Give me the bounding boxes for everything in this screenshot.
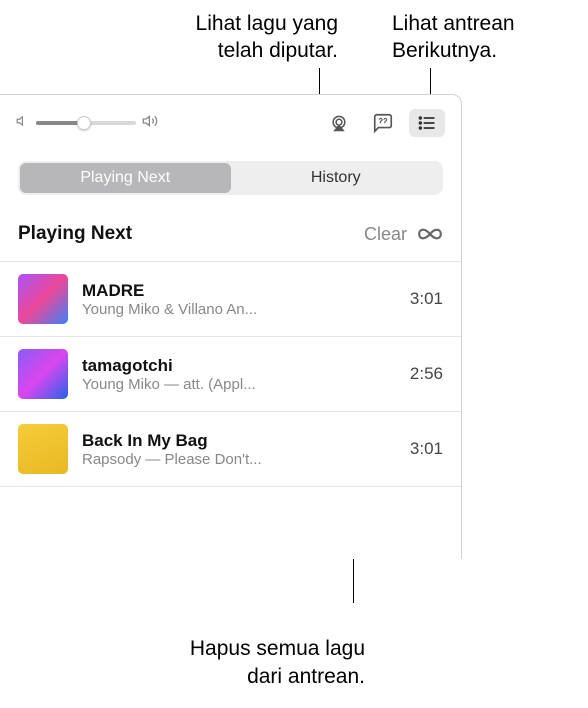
song-meta: tamagotchi Young Miko — att. (Appl... [82,356,396,393]
song-artist: Rapsody — Please Don't... [82,451,287,468]
section-title: Playing Next [18,223,364,245]
volume-track[interactable] [36,121,136,125]
song-title: tamagotchi [82,356,396,376]
autoplay-infinity-icon[interactable] [417,221,443,247]
song-duration: 3:01 [410,289,443,309]
queue-tabs: Playing Next History [18,161,443,195]
song-meta: Back In My Bag Rapsody — Please Don't... [82,431,396,468]
airplay-button[interactable] [321,109,357,137]
clear-button[interactable]: Clear [364,224,407,245]
volume-knob[interactable] [77,116,91,130]
album-artwork [18,424,68,474]
lyrics-button[interactable] [365,109,401,137]
volume-high-icon [142,113,158,134]
song-title: MADRE [82,281,396,301]
song-title: Back In My Bag [82,431,396,451]
song-meta: MADRE Young Miko & Villano An... [82,281,396,318]
playing-next-panel: Playing Next History Playing Next Clear … [0,94,462,559]
callout-queue: Lihat antreanBerikutnya. [392,10,515,65]
song-duration: 3:01 [410,439,443,459]
song-artist: Young Miko & Villano An... [82,301,287,318]
song-row[interactable]: Back In My Bag Rapsody — Please Don't...… [0,412,461,487]
queue-button[interactable] [409,109,445,137]
tab-playing-next[interactable]: Playing Next [20,163,231,193]
song-row[interactable]: MADRE Young Miko & Villano An... 3:01 [0,262,461,337]
album-artwork [18,274,68,324]
callout-history: Lihat lagu yangtelah diputar. [138,10,338,65]
volume-low-icon [16,114,30,133]
album-artwork [18,349,68,399]
song-duration: 2:56 [410,364,443,384]
toolbar [0,95,461,153]
song-list: MADRE Young Miko & Villano An... 3:01 ta… [0,261,461,487]
tab-history[interactable]: History [231,163,442,193]
callout-clear: Hapus semua lagudari antrean. [170,635,365,690]
volume-slider[interactable] [16,113,158,134]
song-artist: Young Miko — att. (Appl... [82,376,287,393]
song-row[interactable]: tamagotchi Young Miko — att. (Appl... 2:… [0,337,461,412]
section-header: Playing Next Clear [0,195,461,261]
